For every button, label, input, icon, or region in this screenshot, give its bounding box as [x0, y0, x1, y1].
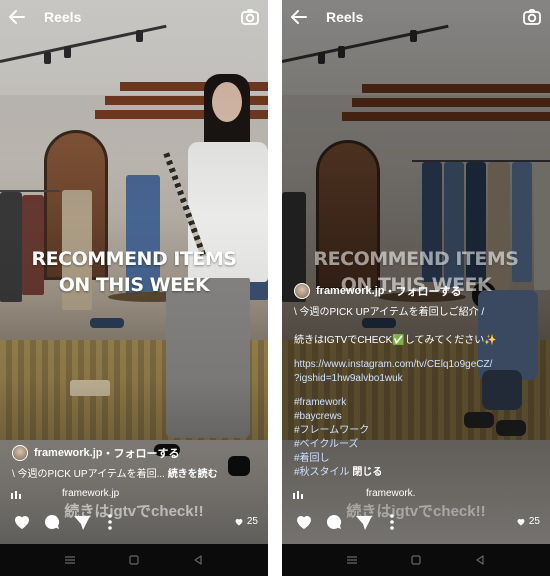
caption[interactable]: \ 今週のPICK UPアイテムを着回... 続きを読む: [12, 468, 256, 482]
like-count[interactable]: 25: [516, 516, 540, 527]
close-caption-link[interactable]: 閉じる: [352, 467, 382, 478]
more-icon[interactable]: [382, 512, 402, 532]
back-nav-icon[interactable]: [192, 554, 204, 566]
read-more-link[interactable]: 続きを読む: [168, 469, 218, 480]
system-nav-bar: [282, 544, 550, 576]
recent-apps-icon[interactable]: [346, 554, 358, 566]
back-nav-icon[interactable]: [474, 554, 486, 566]
headline-line2: ON THIS WEEK: [58, 274, 210, 296]
caption-line: 続きはIGTVでCHECK✅してみてください✨: [294, 335, 497, 346]
comment-icon[interactable]: [324, 512, 344, 532]
hashtag[interactable]: #ベイクルーズ: [294, 438, 538, 452]
page-title: Reels: [326, 9, 364, 25]
more-icon[interactable]: [100, 512, 120, 532]
hashtag[interactable]: #フレームワーク: [294, 424, 538, 438]
share-icon[interactable]: [354, 512, 374, 532]
user-row: framework.jp ・ フォローする: [12, 445, 179, 461]
igtv-link[interactable]: https://www.instagram.com/tv/CElq1o9geCZ…: [294, 358, 538, 372]
action-bar: [0, 512, 268, 536]
page-title: Reels: [44, 9, 82, 25]
like-count-value: 25: [528, 516, 540, 527]
reel-screen-left: Reels RECOMMEND ITEMS ON THIS WEEK frame…: [0, 0, 268, 576]
like-count[interactable]: 25: [234, 516, 258, 527]
camera-icon[interactable]: [240, 7, 260, 27]
hashtag[interactable]: #秋スタイル: [294, 467, 350, 478]
heart-icon[interactable]: [294, 512, 314, 532]
user-row: framework.jp ・ フォローする: [294, 283, 461, 299]
separator: ・: [102, 448, 114, 460]
share-icon[interactable]: [72, 512, 92, 532]
headline-line1: RECOMMEND ITEMS: [31, 248, 237, 270]
avatar[interactable]: [294, 283, 310, 299]
like-count-value: 25: [246, 516, 258, 527]
video-headline: RECOMMEND ITEMS ON THIS WEEK: [0, 246, 268, 298]
action-bar: [282, 512, 550, 536]
back-arrow-icon[interactable]: [290, 8, 308, 26]
heart-icon[interactable]: [12, 512, 32, 532]
caption-line: \ 今週のPICK UPアイテムを着回しご紹介 /: [294, 307, 485, 318]
home-icon[interactable]: [410, 554, 422, 566]
follow-button[interactable]: フォローする: [395, 283, 461, 299]
system-nav-bar: [0, 544, 268, 576]
igtv-label[interactable]: framework.: [366, 488, 415, 499]
comment-icon[interactable]: [42, 512, 62, 532]
like-count-heart-icon: [517, 518, 525, 525]
username[interactable]: framework.jp: [34, 447, 102, 459]
recent-apps-icon[interactable]: [64, 554, 76, 566]
separator: ・: [384, 286, 396, 298]
back-arrow-icon[interactable]: [8, 8, 26, 26]
camera-icon[interactable]: [522, 7, 542, 27]
hashtag[interactable]: #framework: [294, 396, 538, 410]
caption-text: \ 今週のPICK UPアイテムを着回...: [12, 469, 168, 480]
username[interactable]: framework.jp: [316, 285, 384, 297]
like-count-heart-icon: [235, 518, 243, 525]
headline-line1: RECOMMEND ITEMS: [313, 248, 519, 270]
volume-icon[interactable]: [293, 491, 303, 499]
avatar[interactable]: [12, 445, 28, 461]
igtv-link-query[interactable]: ?igshid=1hw9alvbo1wuk: [294, 372, 538, 386]
home-icon[interactable]: [128, 554, 140, 566]
volume-icon[interactable]: [11, 491, 21, 499]
follow-button[interactable]: フォローする: [113, 445, 179, 461]
reel-screen-right: Reels RECOMMEND ITEMS ON THIS WEEK frame…: [282, 0, 550, 576]
hashtag[interactable]: #着回し: [294, 452, 538, 466]
igtv-label[interactable]: framework.jp: [62, 488, 119, 499]
hashtag[interactable]: #baycrews: [294, 410, 538, 424]
caption-expanded[interactable]: \ 今週のPICK UPアイテムを着回しご紹介 / 続きはIGTVでCHECK✅…: [294, 306, 538, 480]
